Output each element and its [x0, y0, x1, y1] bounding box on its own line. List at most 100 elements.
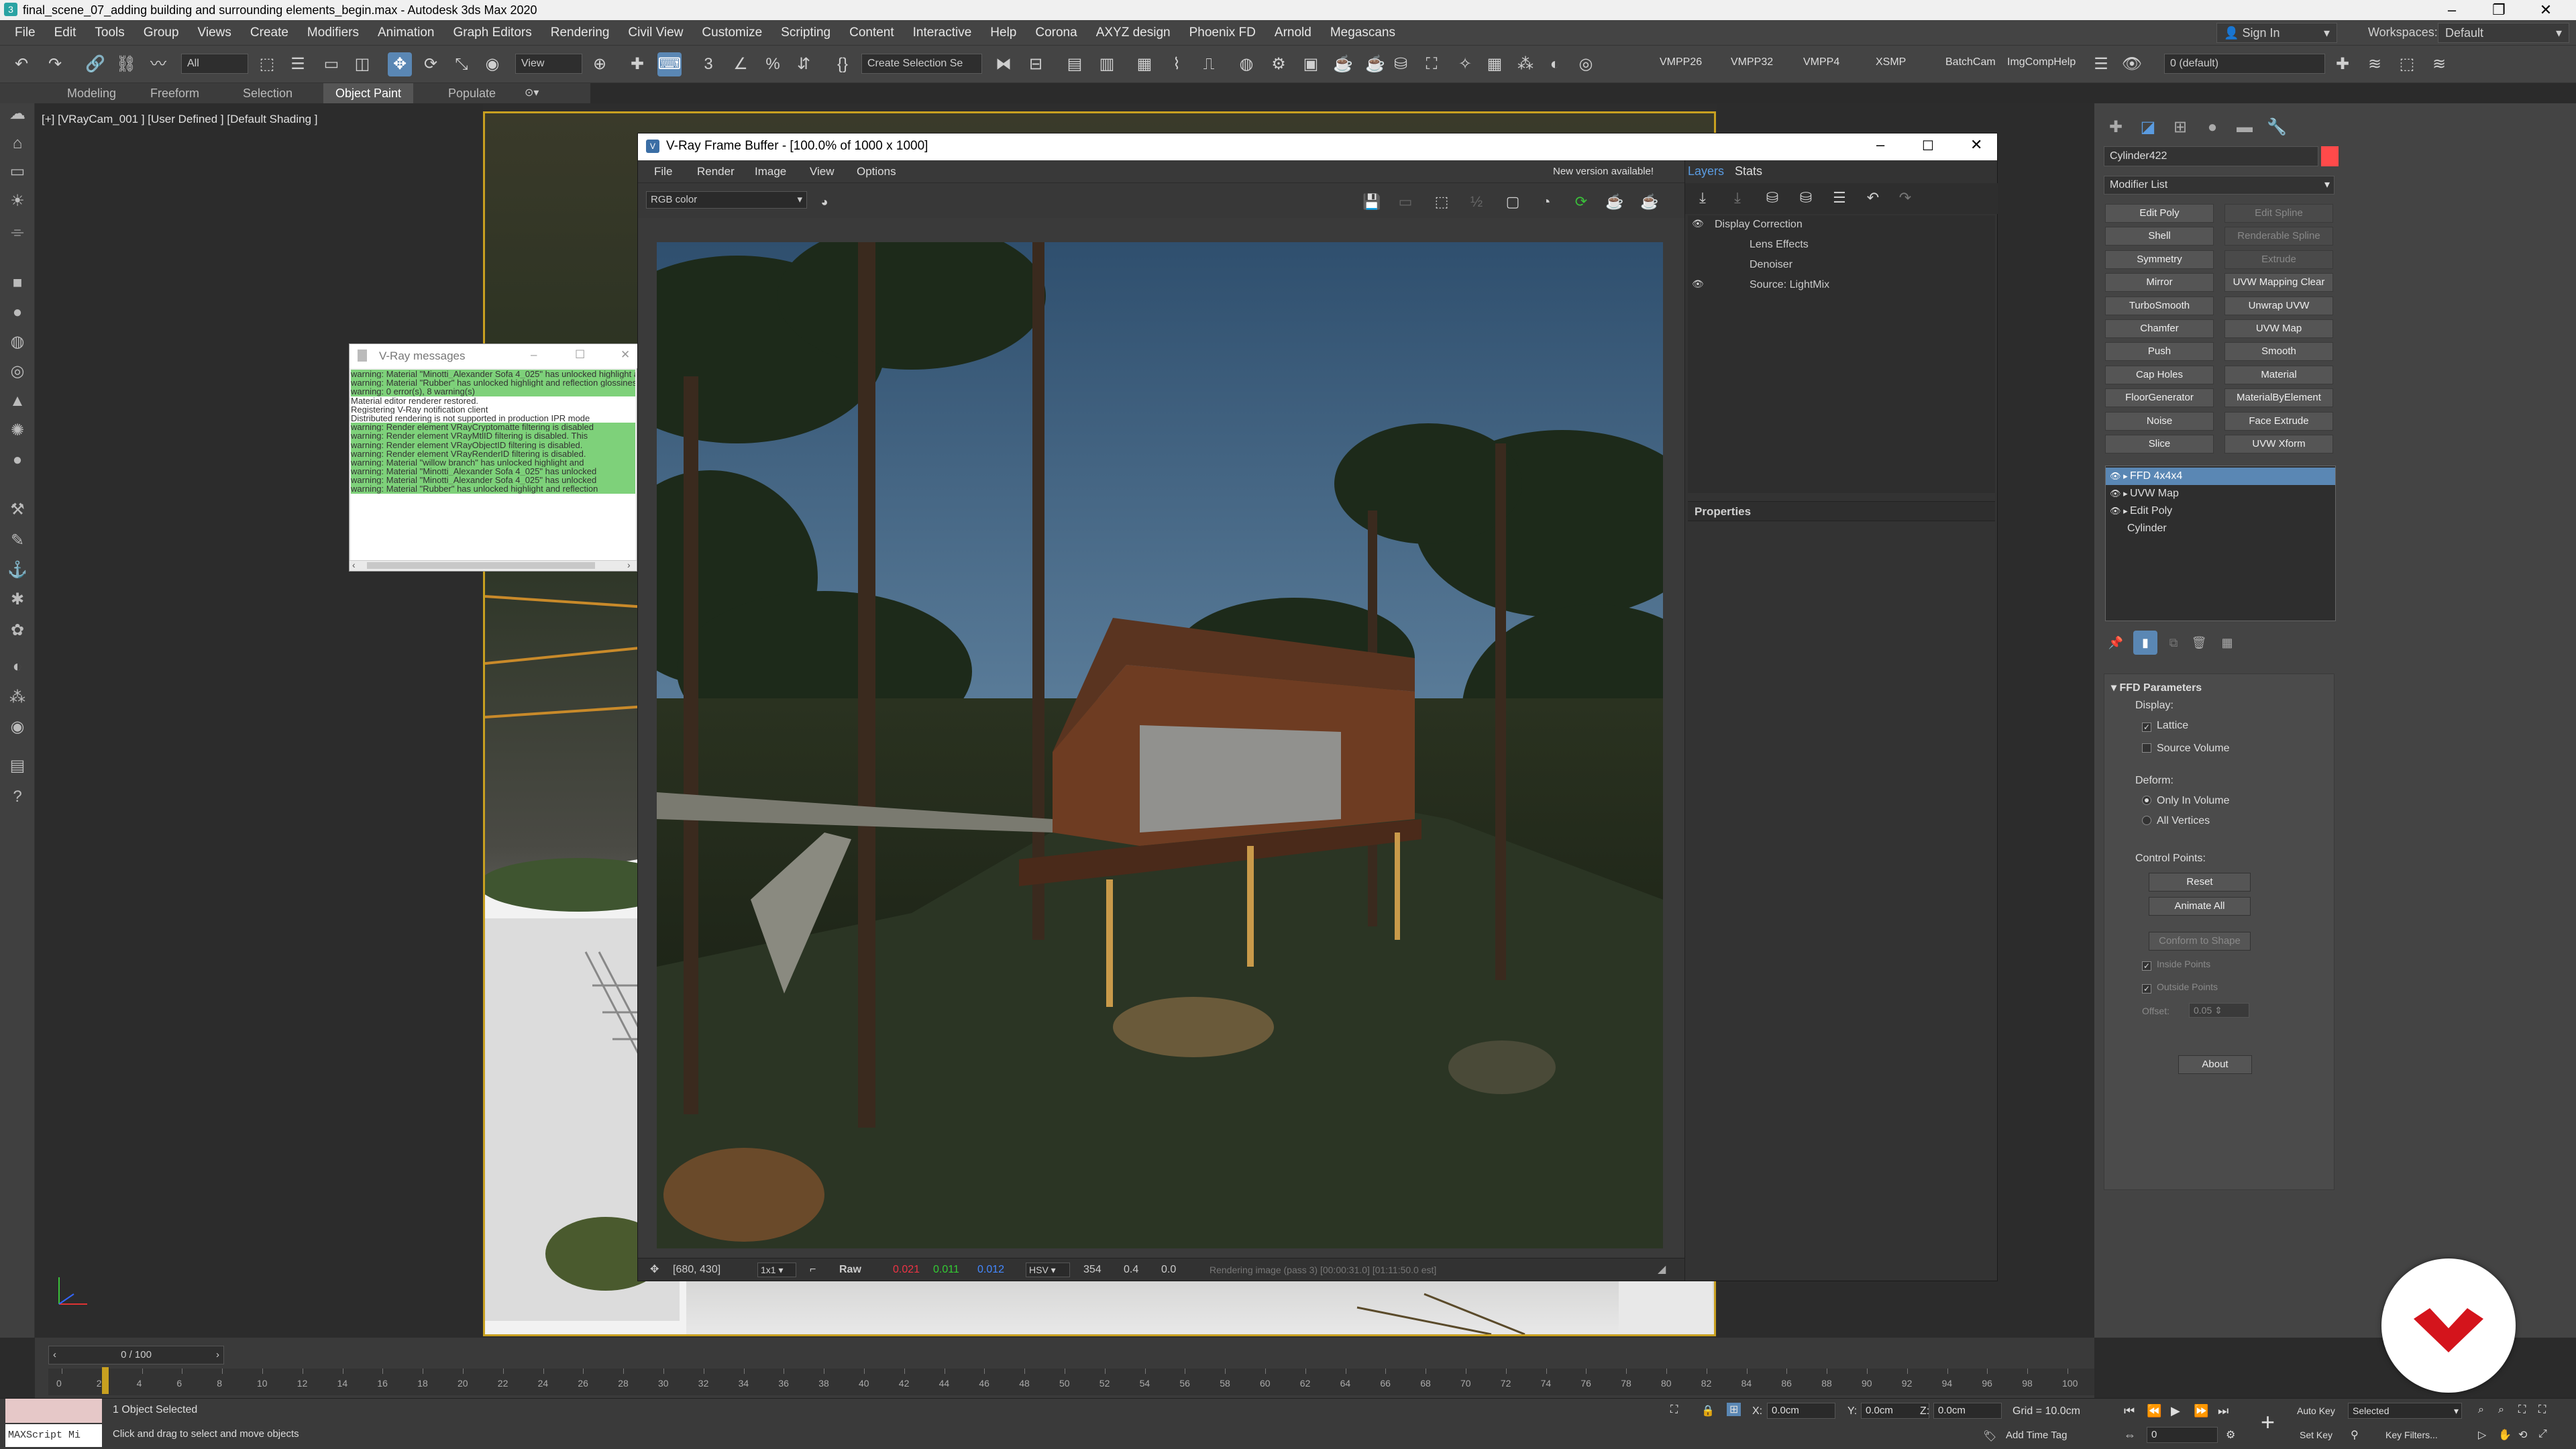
curve-editor-icon[interactable]: ⌇ [1165, 52, 1189, 76]
menu-create[interactable]: Create [241, 20, 298, 46]
layer-settings-icon[interactable]: ≋ [2427, 52, 2451, 76]
modifier-button-extrude[interactable]: Extrude [2224, 250, 2333, 269]
remove-modifier-icon[interactable]: 🗑 [2187, 631, 2211, 655]
tab-object-paint[interactable]: Object Paint [323, 83, 414, 103]
object-name-field[interactable]: Cylinder422 [2104, 146, 2318, 166]
outside-points-checkbox[interactable]: ✓ Outside Points [2142, 981, 2218, 994]
reset-button[interactable]: Reset [2149, 873, 2251, 892]
align-icon[interactable]: ⊟ [1024, 52, 1048, 76]
modifier-stack[interactable]: 👁 ▸ FFD 4x4x4 👁 ▸ UVW Map 👁 ▸ Edit Poly Cyl… [2105, 466, 2336, 621]
pixel-info-icon[interactable]: ✥ [650, 1258, 659, 1281]
region-render-icon[interactable]: ⬚ [1431, 191, 1452, 213]
modifier-button-mirror[interactable]: Mirror [2105, 273, 2214, 292]
eye-icon[interactable]: 👁 [1692, 218, 1704, 229]
zoom-icon[interactable]: ⌕ [2478, 1404, 2484, 1416]
vfb-menu-view[interactable]: View [810, 160, 835, 183]
menu-scripting[interactable]: Scripting [771, 20, 840, 46]
tab-populate[interactable]: Populate [436, 83, 508, 103]
vray-toolbar-icon[interactable]: ⛶ [1419, 52, 1444, 76]
foliage-icon[interactable]: ✿ [7, 620, 28, 641]
display-panel-icon[interactable]: ▬ [2233, 115, 2257, 140]
y-coordinate-field[interactable]: 0.0cm [1861, 1403, 1929, 1419]
pin-stack-icon[interactable]: 📌 [2104, 631, 2128, 655]
colorspace-dropdown[interactable]: HSV ▾ [1026, 1263, 1070, 1277]
toggle-layer-explorer-icon[interactable]: ▥ [1095, 52, 1119, 76]
layer-lens-effects[interactable]: Lens Effects [1750, 235, 1809, 254]
z-coordinate-field[interactable]: 0.0cm [1933, 1403, 2002, 1419]
render-iterative-icon[interactable]: ☕ [1363, 52, 1387, 76]
help-circle-icon[interactable]: ◎ [1574, 52, 1598, 76]
object-color-swatch[interactable] [2321, 146, 2339, 166]
render-setup-icon[interactable]: ⚙ [1267, 52, 1291, 76]
time-slider-next-icon[interactable]: › [216, 1346, 219, 1364]
auto-key-button[interactable]: Auto Key [2297, 1405, 2335, 1416]
modifier-button-face-extrude[interactable]: Face Extrude [2224, 411, 2333, 431]
bind-space-warp-icon[interactable]: 〰 [146, 52, 170, 76]
maximize-button[interactable]: ☐ [575, 348, 585, 362]
menu-content[interactable]: Content [840, 20, 904, 46]
angle-snap-icon[interactable]: ∠ [729, 52, 753, 76]
tab-layers[interactable]: Layers [1688, 164, 1724, 178]
menu-group[interactable]: Group [134, 20, 189, 46]
script-button-vmpp4[interactable]: VMPP4 [1803, 56, 1839, 68]
grid-icon[interactable]: ▦ [1483, 52, 1507, 76]
rendered-image[interactable] [657, 242, 1663, 1248]
tab-freeform[interactable]: Freeform [138, 83, 211, 103]
make-unique-icon[interactable]: ⧉ [2161, 631, 2186, 655]
toggle-scene-explorer-icon[interactable]: ▤ [1063, 52, 1087, 76]
modifier-button-push[interactable]: Push [2105, 342, 2214, 362]
ffd-title[interactable]: ▾ FFD Parameters [2111, 681, 2202, 694]
lattice-checkbox[interactable]: ✓ Lattice [2142, 720, 2188, 732]
close-button[interactable]: ✕ [621, 348, 630, 362]
zoom-extents-icon[interactable]: ⛶ [2518, 1404, 2526, 1416]
stack-item-uvw-map[interactable]: 👁 ▸ UVW Map [2106, 485, 2335, 502]
script-button-xsmp[interactable]: XSMP [1876, 56, 1906, 68]
set-key-button[interactable]: Set Key [2300, 1430, 2332, 1440]
hierarchy-icon[interactable]: ⌂ [7, 133, 28, 154]
save-all-icon[interactable]: ▭ [1395, 191, 1416, 213]
scrollbar-thumb[interactable] [367, 562, 595, 569]
help-icon[interactable]: ? [7, 786, 28, 808]
color-dots-icon[interactable]: ⁂ [1513, 52, 1538, 76]
rect-selection-icon[interactable]: ▭ [319, 52, 343, 76]
cylinder-primitive-icon[interactable]: ◍ [7, 331, 28, 353]
modifier-button-chamfer[interactable]: Chamfer [2105, 319, 2214, 338]
add-layer-icon[interactable]: ⤓ [1692, 187, 1713, 209]
test-resolution-icon[interactable]: ½ [1466, 191, 1487, 213]
offset-spinner[interactable]: 0.05 ⇕ [2189, 1003, 2249, 1018]
modifier-button-uvw-mapping-clear[interactable]: UVW Mapping Clear [2224, 273, 2333, 292]
play-icon[interactable]: ▶ [2171, 1404, 2180, 1418]
key-filters-icon[interactable]: ⚲ [2351, 1428, 2359, 1442]
track-bar[interactable]: 0 2 4 6 8 10 12 14 16 18 20 22 24 26 28 30 32 34 36 38 40 42 4… [48, 1367, 2094, 1395]
maxscript-listener-top[interactable] [5, 1399, 102, 1423]
display-icon[interactable]: ▭ [7, 161, 28, 182]
ref-coord-dropdown[interactable]: View [515, 54, 582, 74]
layer-display-correction[interactable]: Display Correction [1715, 215, 1803, 234]
eye-icon[interactable]: 👁 ▸ [2110, 468, 2128, 485]
modifier-button-uvw-xform[interactable]: UVW Xform [2224, 435, 2333, 453]
absolute-mode-icon[interactable]: ⊞ [1727, 1403, 1741, 1416]
isolate-selection-icon[interactable]: ⛶ [1670, 1404, 1678, 1416]
space-warps-icon[interactable]: ⚓ [7, 559, 28, 581]
source-volume-checkbox[interactable]: Source Volume [2142, 743, 2230, 755]
modify-panel-icon[interactable]: ◪ [2136, 115, 2160, 140]
select-manipulate-icon[interactable]: ✚ [625, 52, 649, 76]
conform-to-shape-button[interactable]: Conform to Shape [2149, 932, 2251, 951]
stop-render-icon[interactable]: ☕ [1604, 191, 1625, 213]
cone-primitive-icon[interactable]: ▲ [7, 390, 28, 412]
goto-end-icon[interactable]: ⏭ [2218, 1404, 2229, 1418]
vray-render-icon[interactable]: ⛁ [1389, 52, 1413, 76]
torus-primitive-icon[interactable]: ◎ [7, 361, 28, 382]
create-panel-icon[interactable]: ✚ [2104, 115, 2128, 140]
orbit-icon[interactable]: ◐ [7, 656, 28, 678]
show-end-result-icon[interactable]: ▮ [2133, 631, 2157, 655]
goto-start-icon[interactable]: ⏮ [2124, 1404, 2135, 1418]
sun-light-icon[interactable]: ✺ [7, 420, 28, 441]
time-config-icon[interactable]: ⚙ [2226, 1428, 2235, 1442]
set-key-big-icon[interactable]: + [2261, 1408, 2275, 1436]
current-frame-marker[interactable] [102, 1367, 109, 1394]
menu-help[interactable]: Help [981, 20, 1026, 46]
select-and-rotate-icon[interactable]: ⟳ [419, 52, 443, 76]
select-by-name-icon[interactable]: ☰ [286, 52, 310, 76]
menu-axyz-design[interactable]: AXYZ design [1087, 20, 1180, 46]
